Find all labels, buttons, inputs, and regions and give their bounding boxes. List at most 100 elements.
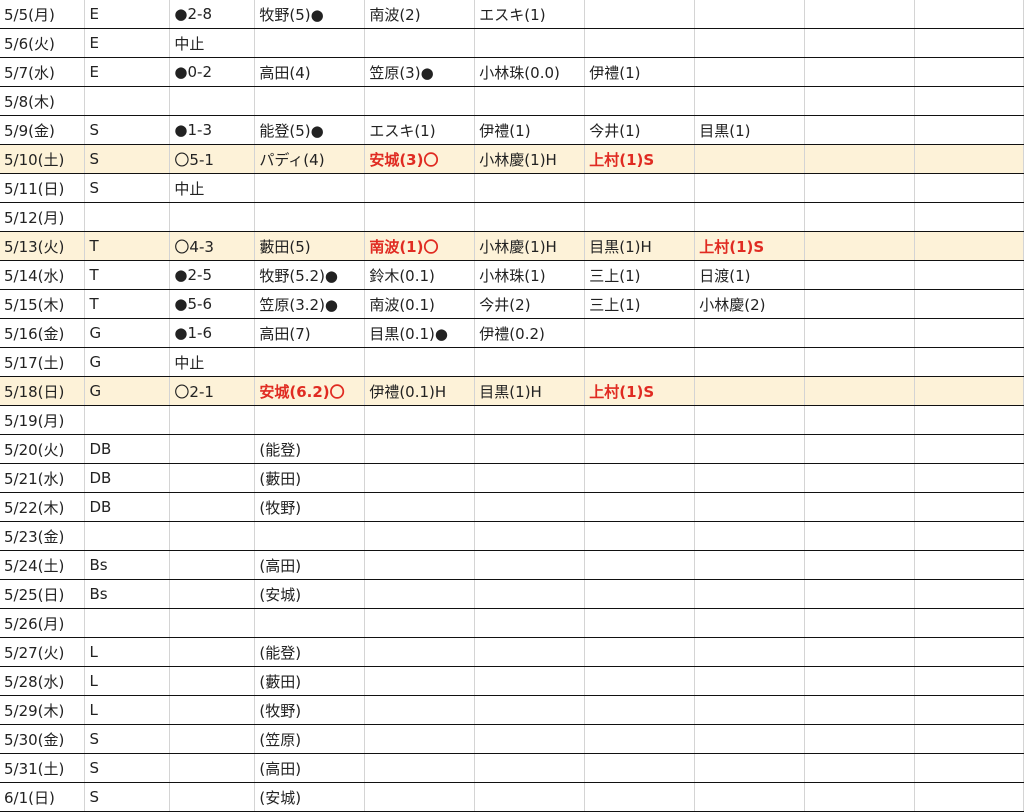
result-cell[interactable] [169,521,256,551]
pitcher-3-cell[interactable] [474,695,586,725]
pitcher-3-cell[interactable] [474,666,586,696]
opponent-cell[interactable] [84,202,171,232]
extra-cell-1[interactable] [804,492,916,522]
pitcher-4-cell[interactable] [584,666,696,696]
extra-cell-2[interactable] [914,144,1024,174]
result-cell[interactable]: 〇5-1 [169,144,256,174]
pitcher-3-cell[interactable] [474,637,586,667]
pitcher-5-cell[interactable] [694,782,806,812]
extra-cell-1[interactable] [804,260,916,290]
pitcher-2-cell[interactable] [364,666,476,696]
pitcher-3-cell[interactable] [474,202,586,232]
pitcher-2-cell[interactable]: 安城(3)〇 [364,144,476,174]
opponent-cell[interactable] [84,86,171,116]
pitcher-5-cell[interactable]: 上村(1)S [694,231,806,261]
pitcher-4-cell[interactable] [584,173,696,203]
extra-cell-2[interactable] [914,550,1024,580]
pitcher-4-cell[interactable] [584,347,696,377]
result-cell[interactable]: ●1-3 [169,115,256,145]
result-cell[interactable]: 中止 [169,347,256,377]
result-cell[interactable] [169,608,256,638]
extra-cell-2[interactable] [914,608,1024,638]
pitcher-2-cell[interactable]: 笠原(3)● [364,57,476,87]
pitcher-1-cell[interactable]: 能登(5)● [254,115,366,145]
result-cell[interactable]: 〇4-3 [169,231,256,261]
date-cell[interactable]: 5/21(水) [0,463,86,493]
date-cell[interactable]: 5/9(金) [0,115,86,145]
pitcher-1-cell[interactable]: (安城) [254,782,366,812]
pitcher-3-cell[interactable] [474,347,586,377]
extra-cell-1[interactable] [804,28,916,58]
date-cell[interactable]: 6/1(日) [0,782,86,812]
extra-cell-2[interactable] [914,753,1024,783]
result-cell[interactable] [169,463,256,493]
opponent-cell[interactable]: S [84,782,171,812]
extra-cell-2[interactable] [914,724,1024,754]
opponent-cell[interactable] [84,405,171,435]
extra-cell-2[interactable] [914,173,1024,203]
pitcher-2-cell[interactable] [364,463,476,493]
pitcher-2-cell[interactable] [364,347,476,377]
pitcher-1-cell[interactable] [254,405,366,435]
date-cell[interactable]: 5/31(土) [0,753,86,783]
extra-cell-2[interactable] [914,521,1024,551]
result-cell[interactable] [169,405,256,435]
result-cell[interactable] [169,492,256,522]
result-cell[interactable]: 中止 [169,28,256,58]
pitcher-1-cell[interactable]: 牧野(5.2)● [254,260,366,290]
pitcher-2-cell[interactable] [364,637,476,667]
pitcher-3-cell[interactable] [474,434,586,464]
pitcher-2-cell[interactable]: 目黒(0.1)● [364,318,476,348]
date-cell[interactable]: 5/20(火) [0,434,86,464]
extra-cell-1[interactable] [804,202,916,232]
extra-cell-2[interactable] [914,289,1024,319]
pitcher-4-cell[interactable] [584,434,696,464]
opponent-cell[interactable]: E [84,28,171,58]
pitcher-4-cell[interactable] [584,318,696,348]
date-cell[interactable]: 5/7(水) [0,57,86,87]
pitcher-1-cell[interactable]: 高田(4) [254,57,366,87]
result-cell[interactable]: ●2-5 [169,260,256,290]
result-cell[interactable] [169,637,256,667]
result-cell[interactable] [169,579,256,609]
pitcher-3-cell[interactable]: 伊禮(0.2) [474,318,586,348]
pitcher-5-cell[interactable] [694,550,806,580]
pitcher-4-cell[interactable] [584,695,696,725]
date-cell[interactable]: 5/14(水) [0,260,86,290]
pitcher-3-cell[interactable] [474,405,586,435]
pitcher-2-cell[interactable] [364,521,476,551]
pitcher-2-cell[interactable]: エスキ(1) [364,115,476,145]
pitcher-5-cell[interactable] [694,86,806,116]
opponent-cell[interactable]: S [84,115,171,145]
pitcher-1-cell[interactable] [254,86,366,116]
pitcher-4-cell[interactable] [584,0,696,29]
opponent-cell[interactable]: S [84,144,171,174]
result-cell[interactable] [169,434,256,464]
extra-cell-2[interactable] [914,115,1024,145]
pitcher-2-cell[interactable] [364,492,476,522]
pitcher-4-cell[interactable] [584,782,696,812]
extra-cell-2[interactable] [914,492,1024,522]
extra-cell-1[interactable] [804,318,916,348]
pitcher-4-cell[interactable] [584,724,696,754]
result-cell[interactable] [169,782,256,812]
pitcher-1-cell[interactable]: 高田(7) [254,318,366,348]
pitcher-1-cell[interactable]: (笠原) [254,724,366,754]
date-cell[interactable]: 5/18(日) [0,376,86,406]
opponent-cell[interactable]: T [84,231,171,261]
pitcher-1-cell[interactable]: 安城(6.2)〇 [254,376,366,406]
pitcher-5-cell[interactable] [694,579,806,609]
extra-cell-2[interactable] [914,347,1024,377]
pitcher-4-cell[interactable] [584,753,696,783]
extra-cell-2[interactable] [914,782,1024,812]
opponent-cell[interactable]: L [84,695,171,725]
extra-cell-1[interactable] [804,666,916,696]
pitcher-5-cell[interactable] [694,173,806,203]
result-cell[interactable] [169,666,256,696]
pitcher-2-cell[interactable]: 南波(2) [364,0,476,29]
pitcher-4-cell[interactable]: 上村(1)S [584,144,696,174]
opponent-cell[interactable]: G [84,376,171,406]
pitcher-2-cell[interactable]: 伊禮(0.1)H [364,376,476,406]
pitcher-1-cell[interactable]: (藪田) [254,463,366,493]
pitcher-3-cell[interactable] [474,86,586,116]
